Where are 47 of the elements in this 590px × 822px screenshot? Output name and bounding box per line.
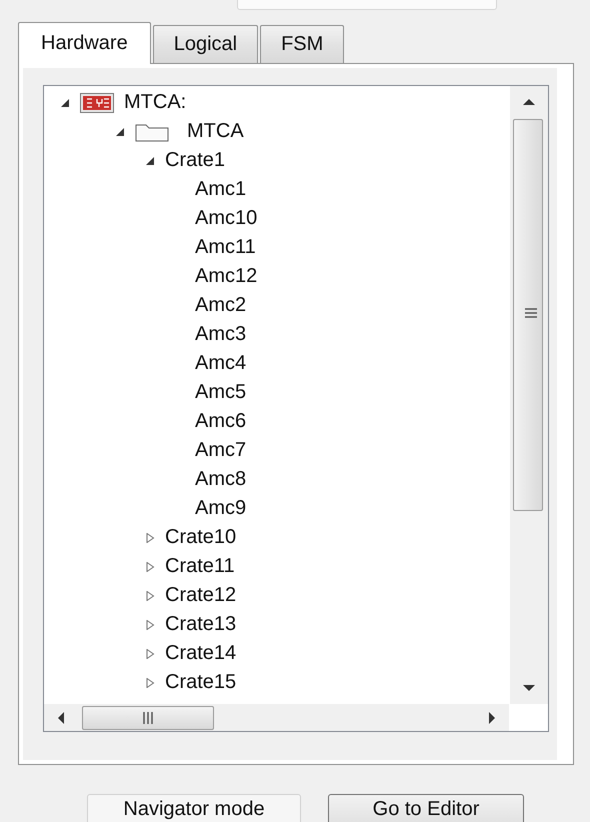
tree-item[interactable]: Amc10	[195, 207, 258, 230]
tree-item[interactable]: Crate11	[165, 555, 235, 578]
expand-icon[interactable]	[145, 590, 155, 600]
tab[interactable]: Hardware	[18, 22, 151, 64]
expand-icon[interactable]	[145, 678, 155, 688]
scroll-thumb[interactable]	[513, 119, 543, 511]
tree-item[interactable]: Amc7	[195, 439, 246, 462]
tab[interactable]: FSM	[260, 25, 344, 63]
tree-item[interactable]: Crate13	[165, 613, 236, 636]
tree-item[interactable]: Crate14	[165, 642, 236, 665]
vertical-scrollbar[interactable]	[510, 86, 548, 704]
tree-item[interactable]: Amc4	[195, 352, 246, 375]
tree-item[interactable]: MTCA:	[124, 91, 186, 114]
tree-item[interactable]: MTCA	[187, 120, 244, 143]
tree-item[interactable]: Crate12	[165, 584, 236, 607]
tree-item[interactable]: Amc3	[195, 323, 246, 346]
tree-item[interactable]: Amc2	[195, 294, 246, 317]
horizontal-scrollbar[interactable]	[44, 704, 509, 731]
scroll-down-icon[interactable]	[523, 684, 535, 692]
tree-item[interactable]: Amc8	[195, 468, 246, 491]
scroll-left-icon[interactable]	[57, 712, 65, 724]
go-to-editor-button[interactable]: Go to Editor	[328, 794, 524, 822]
tree-item[interactable]: Crate1	[165, 149, 226, 172]
expand-icon[interactable]	[145, 562, 155, 572]
tree-item[interactable]: Crate15	[165, 671, 236, 694]
scroll-up-icon[interactable]	[523, 98, 535, 106]
expand-icon[interactable]	[145, 532, 155, 542]
tree-item[interactable]: Amc12	[195, 265, 258, 288]
tree-item[interactable]: Amc9	[195, 497, 246, 520]
tree-item[interactable]: Amc6	[195, 410, 246, 433]
scroll-right-icon[interactable]	[488, 712, 496, 724]
collapse-icon[interactable]	[145, 156, 155, 166]
navigator-mode-button[interactable]: Navigator mode	[87, 794, 301, 822]
tab[interactable]: Logical	[152, 25, 258, 63]
tree-item[interactable]: Crate10	[165, 526, 236, 549]
grip-icon	[525, 308, 537, 318]
collapse-icon[interactable]	[115, 126, 125, 136]
tree-item[interactable]: Amc11	[195, 236, 256, 259]
expand-icon[interactable]	[145, 648, 155, 658]
system-icon	[80, 92, 114, 112]
expand-icon[interactable]	[145, 620, 155, 630]
folder-icon	[135, 122, 169, 142]
tree-item[interactable]: Amc5	[195, 381, 246, 404]
collapse-icon[interactable]	[60, 98, 70, 108]
scroll-thumb[interactable]	[82, 706, 214, 730]
tree-item[interactable]: Amc1	[195, 178, 246, 201]
grip-icon	[143, 712, 153, 724]
